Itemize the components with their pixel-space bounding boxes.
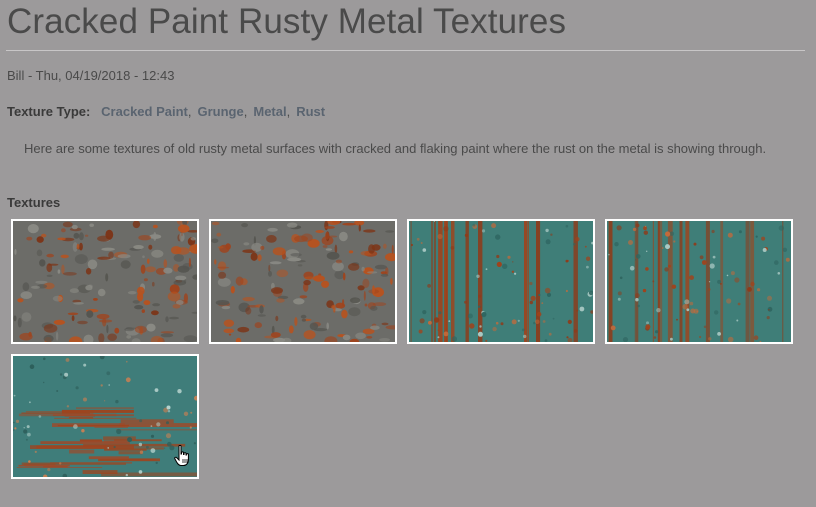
tag-separator: , (243, 104, 248, 119)
hand-pointer-icon (174, 444, 190, 467)
tag-grunge[interactable]: Grunge (198, 104, 244, 119)
texture-type-label: Texture Type: (7, 104, 91, 119)
texture-thumb-3[interactable] (407, 219, 595, 344)
page-title: Cracked Paint Rusty Metal Textures (7, 2, 567, 41)
submitted-meta: Bill - Thu, 04/19/2018 - 12:43 (7, 68, 175, 83)
texture-type-field: Texture Type: Cracked Paint, Grunge, Metal… (7, 104, 325, 119)
article-description: Here are some textures of old rusty meta… (24, 141, 767, 156)
article-page: Cracked Paint Rusty Metal Textures Bill … (0, 0, 816, 507)
texture-thumb-4[interactable] (605, 219, 793, 344)
tag-cracked-paint[interactable]: Cracked Paint (101, 104, 188, 119)
texture-thumb-2[interactable] (209, 219, 397, 344)
texture-thumb-1[interactable] (11, 219, 199, 344)
textures-heading: Textures (7, 195, 61, 210)
tag-separator: , (286, 104, 291, 119)
title-divider (6, 50, 805, 51)
tag-metal[interactable]: Metal (253, 104, 286, 119)
tag-rust[interactable]: Rust (296, 104, 325, 119)
tag-separator: , (187, 104, 192, 119)
texture-thumb-5[interactable] (11, 354, 199, 479)
